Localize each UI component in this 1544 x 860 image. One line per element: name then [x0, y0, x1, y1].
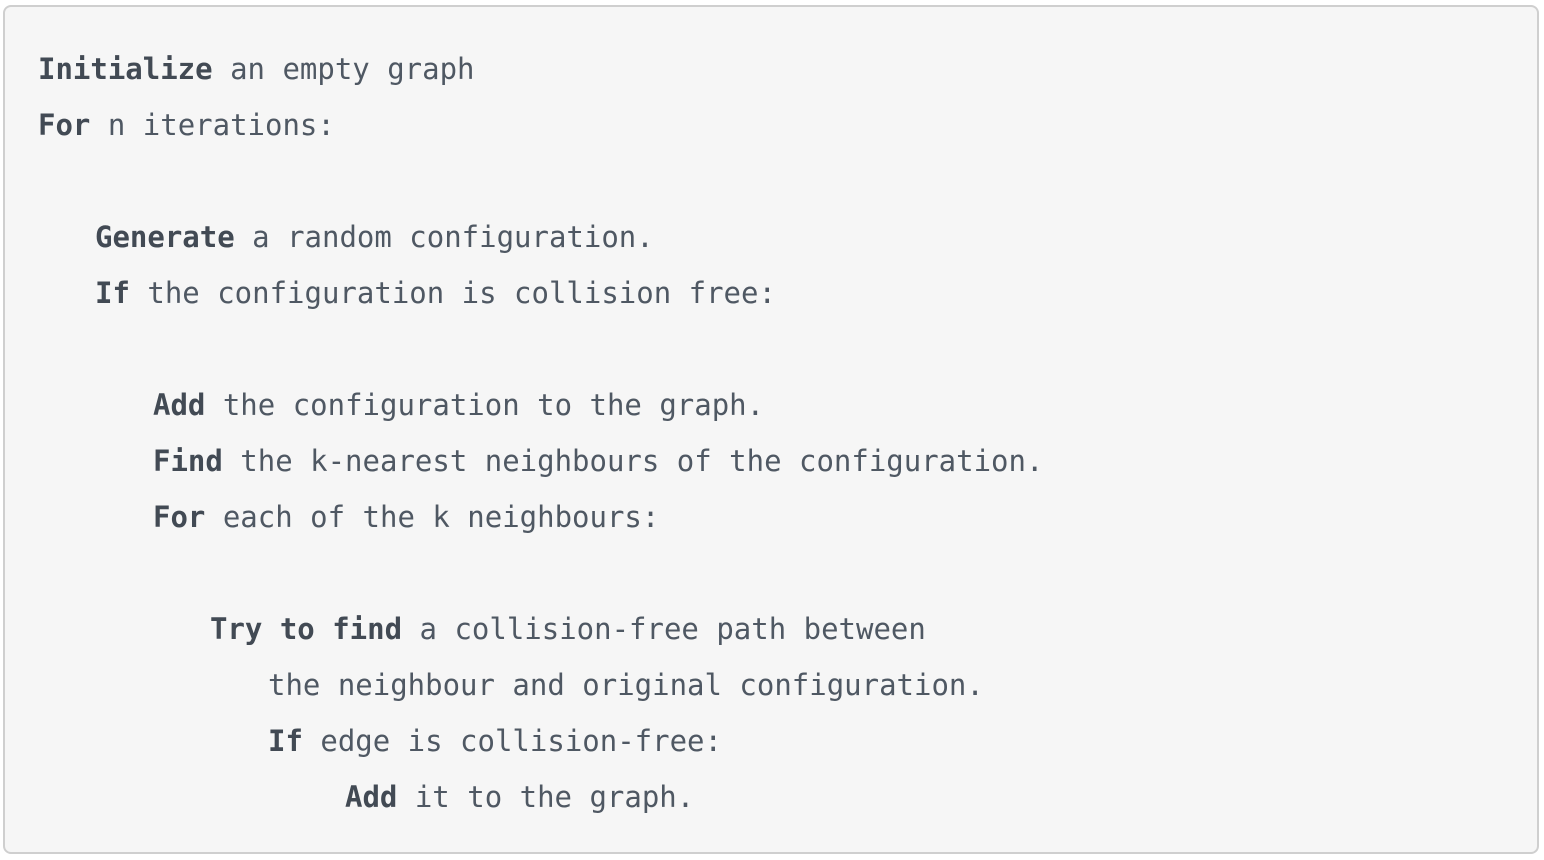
code-keyword: Initialize	[38, 52, 213, 86]
code-keyword: Generate	[95, 220, 235, 254]
code-line-path-continuation: the neighbour and original configuration…	[268, 657, 984, 713]
code-line-for-each-neighbour: For each of the k neighbours:	[153, 489, 659, 545]
code-text: an empty graph	[212, 52, 475, 86]
pseudocode-block: Initialize an empty graph For n iteratio…	[3, 5, 1539, 854]
code-keyword: Add	[345, 780, 398, 814]
code-line-if-collision-free: If the configuration is collision free:	[95, 265, 776, 321]
code-text: a random configuration.	[234, 220, 654, 254]
code-line-try-to-find: Try to find a collision-free path betwee…	[210, 601, 926, 657]
code-keyword: Try to find	[210, 612, 403, 646]
code-keyword: For	[38, 108, 91, 142]
code-text: the neighbour and original configuration…	[268, 668, 984, 702]
code-text: edge is collision-free:	[302, 724, 722, 758]
code-keyword: Find	[153, 444, 223, 478]
code-text: each of the k neighbours:	[205, 500, 660, 534]
code-line-generate: Generate a random configuration.	[95, 209, 654, 265]
code-text: n iterations:	[90, 108, 335, 142]
code-keyword: For	[153, 500, 206, 534]
code-text: a collision-free path between	[402, 612, 926, 646]
code-text: the configuration to the graph.	[205, 388, 765, 422]
code-text: it to the graph.	[397, 780, 695, 814]
code-text: the k-nearest neighbours of the configur…	[222, 444, 1044, 478]
code-line-initialize: Initialize an empty graph	[38, 41, 475, 97]
code-keyword: If	[95, 276, 130, 310]
code-line-add-configuration: Add the configuration to the graph.	[153, 377, 764, 433]
code-line-find-neighbours: Find the k-nearest neighbours of the con…	[153, 433, 1043, 489]
code-text: the configuration is collision free:	[129, 276, 776, 310]
code-line-add-edge: Add it to the graph.	[345, 769, 694, 825]
code-keyword: If	[268, 724, 303, 758]
code-line-if-edge-free: If edge is collision-free:	[268, 713, 722, 769]
code-line-for-iterations: For n iterations:	[38, 97, 335, 153]
code-keyword: Add	[153, 388, 206, 422]
